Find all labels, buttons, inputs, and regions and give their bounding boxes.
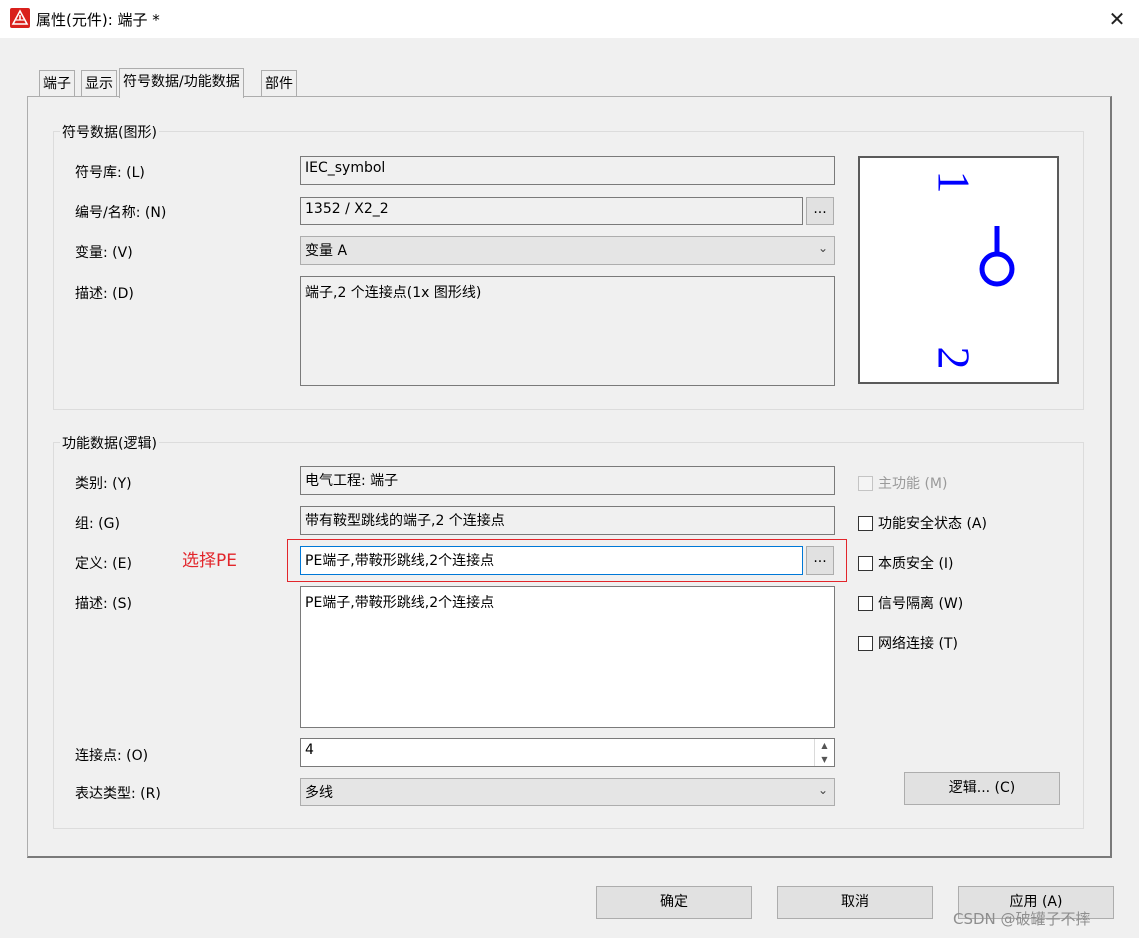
chevron-down-icon: ⌄ xyxy=(817,783,828,797)
preview-label-top: 1 xyxy=(929,171,980,194)
checkbox-intrinsic-safety-label: 本质安全 (I) xyxy=(878,556,954,572)
chevron-down-icon: ⌄ xyxy=(817,241,828,255)
function-group-title: 功能数据(逻辑) xyxy=(60,433,159,453)
definition-label: 定义: (E) xyxy=(75,556,132,572)
checkbox-functional-safety[interactable]: 功能安全状态 (A) xyxy=(858,513,987,533)
connection-points-stepper[interactable]: ▲ ▼ xyxy=(814,739,834,766)
app-logo-icon xyxy=(10,8,30,28)
checkbox-intrinsic-safety[interactable]: 本质安全 (I) xyxy=(858,553,954,573)
symbol-preview: 1 2 xyxy=(858,156,1059,384)
cancel-button[interactable]: 取消 xyxy=(777,886,933,919)
symbol-description-label: 描述: (D) xyxy=(75,286,134,302)
checkbox-box[interactable] xyxy=(858,635,873,651)
connection-points-input[interactable]: 4 ▲ ▼ xyxy=(300,738,835,767)
checkbox-box[interactable] xyxy=(858,515,873,531)
number-name-field[interactable]: 1352 / X2_2 xyxy=(300,197,803,225)
checkbox-main-function-label: 主功能 (M) xyxy=(878,476,948,492)
variant-label: 变量: (V) xyxy=(75,245,133,261)
connection-points-label: 连接点: (O) xyxy=(75,748,149,764)
symbol-library-label: 符号库: (L) xyxy=(75,165,145,181)
checkbox-network-connection-label: 网络连接 (T) xyxy=(878,636,958,652)
variant-select-value: 变量 A xyxy=(305,243,348,259)
stepper-up-icon[interactable]: ▲ xyxy=(815,739,834,753)
close-icon[interactable]: ✕ xyxy=(1104,6,1130,32)
tab-display[interactable]: 显示 xyxy=(81,70,117,97)
checkbox-functional-safety-label: 功能安全状态 (A) xyxy=(878,516,987,532)
highlight-box xyxy=(287,539,847,582)
representation-type-label: 表达类型: (R) xyxy=(75,786,161,802)
checkbox-signal-isolation-label: 信号隔离 (W) xyxy=(878,596,964,612)
title-bar xyxy=(0,0,1139,38)
number-name-label: 编号/名称: (N) xyxy=(75,205,167,221)
connection-points-value: 4 xyxy=(305,742,314,758)
function-description-label: 描述: (S) xyxy=(75,596,132,612)
symbol-library-field[interactable]: IEC_symbol xyxy=(300,156,835,185)
symbol-group-title: 符号数据(图形) xyxy=(60,122,159,142)
checkbox-network-connection[interactable]: 网络连接 (T) xyxy=(858,633,958,653)
checkbox-main-function: 主功能 (M) xyxy=(858,473,947,493)
symbol-description-field[interactable]: 端子,2 个连接点(1x 图形线) xyxy=(300,276,835,386)
checkbox-box[interactable] xyxy=(858,555,873,571)
stepper-down-icon[interactable]: ▼ xyxy=(815,753,834,767)
group-label: 组: (G) xyxy=(75,516,120,532)
ok-button[interactable]: 确定 xyxy=(596,886,752,919)
group-field[interactable]: 带有鞍型跳线的端子,2 个连接点 xyxy=(300,506,835,535)
window-title: 属性(元件): 端子 * xyxy=(36,11,160,29)
logic-button[interactable]: 逻辑... (C) xyxy=(904,772,1060,805)
tab-parts[interactable]: 部件 xyxy=(261,70,297,97)
category-field[interactable]: 电气工程: 端子 xyxy=(300,466,835,495)
tab-symbol-function-data[interactable]: 符号数据/功能数据 xyxy=(119,68,244,98)
variant-select[interactable]: 变量 A ⌄ xyxy=(300,236,835,265)
watermark: CSDN @破罐子不摔 xyxy=(953,910,1091,928)
function-description-field[interactable]: PE端子,带鞍形跳线,2个连接点 xyxy=(300,586,835,728)
category-label: 类别: (Y) xyxy=(75,476,132,492)
terminal-circle xyxy=(979,251,1015,287)
number-name-browse-button[interactable]: ... xyxy=(806,197,834,225)
representation-type-select[interactable]: 多线 ⌄ xyxy=(300,778,835,806)
checkbox-box xyxy=(858,475,873,491)
annotation-text: 选择PE xyxy=(182,551,237,571)
tab-terminal[interactable]: 端子 xyxy=(39,70,75,97)
checkbox-signal-isolation[interactable]: 信号隔离 (W) xyxy=(858,593,963,613)
preview-label-bottom: 2 xyxy=(929,347,980,370)
representation-type-value: 多线 xyxy=(305,785,333,801)
checkbox-box[interactable] xyxy=(858,595,873,611)
